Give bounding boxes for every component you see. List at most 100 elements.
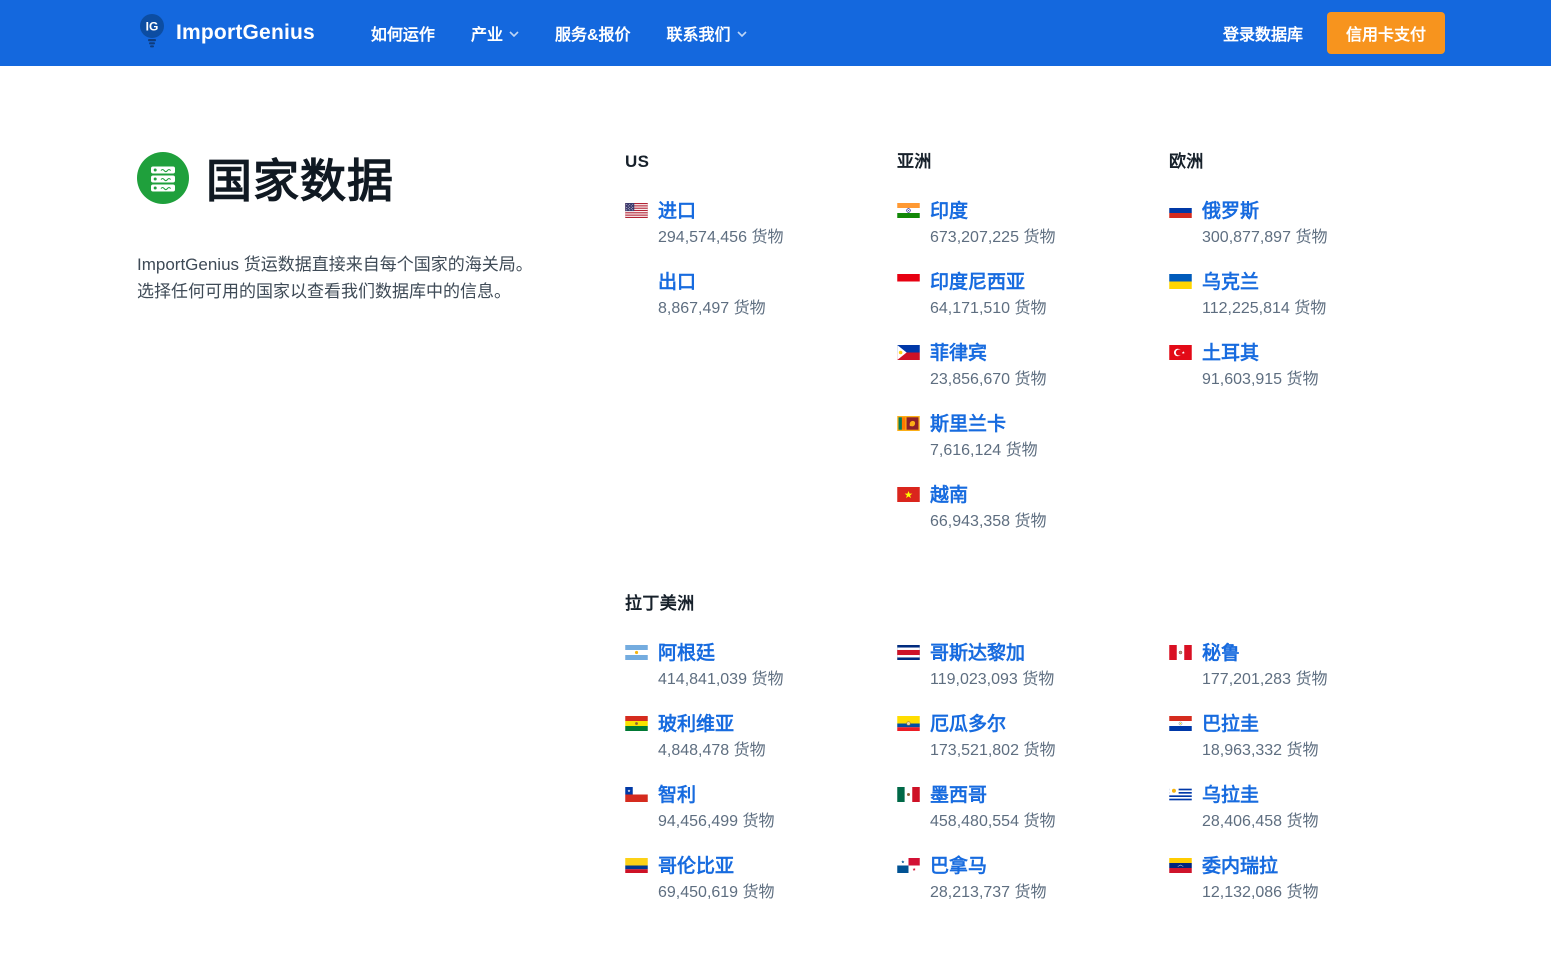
country-item-mexico: 墨西哥 458,480,554 货物 (897, 783, 1169, 833)
nav-services-pricing[interactable]: 服务&报价 (555, 21, 631, 45)
page-title: 国家数据 (206, 155, 394, 207)
country-item-ukraine: 乌克兰 112,225,814 货物 (1169, 270, 1441, 320)
top-navigation-bar: IG ImportGenius 如何运作 产业 服务&报价 联系我们 登录数据库… (0, 0, 1551, 66)
database-stack-icon (137, 152, 189, 209)
flag-paraguay-icon (1169, 712, 1192, 762)
flag-russia-icon (1169, 199, 1192, 249)
link-bolivia[interactable]: 玻利维亚 (658, 712, 734, 737)
link-mexico[interactable]: 墨西哥 (930, 783, 987, 808)
flag-sri-lanka-icon (897, 412, 920, 462)
shipment-count: 4,848,478 货物 (658, 740, 766, 762)
main-nav: 如何运作 产业 服务&报价 联系我们 (371, 21, 747, 45)
lightbulb-logo-icon: IG (137, 13, 167, 54)
flag-bolivia-icon (625, 712, 648, 762)
link-india[interactable]: 印度 (930, 199, 968, 224)
flag-us-icon (625, 199, 648, 249)
shipment-count: 23,856,670 货物 (930, 369, 1047, 391)
country-item-vietnam: 越南 66,943,358 货物 (897, 483, 1169, 533)
flag-ukraine-icon (1169, 270, 1192, 320)
latin-america-grid: 阿根廷 414,841,039 货物 玻利维亚 4,848,478 货物 (625, 641, 1441, 925)
country-item-colombia: 哥伦比亚 69,450,619 货物 (625, 854, 897, 904)
country-item-venezuela: 委内瑞拉 12,132,086 货物 (1169, 854, 1441, 904)
intro-panel: 国家数据 ImportGenius 货运数据直接来自每个国家的海关局。选择任何可… (137, 152, 625, 305)
link-sri-philippines[interactable]: 菲律宾 (930, 341, 987, 366)
country-item-uruguay: 乌拉圭 28,406,458 货物 (1169, 783, 1441, 833)
region-title-latin-america: 拉丁美洲 (625, 594, 1441, 614)
shipment-count: 294,574,456 货物 (658, 227, 783, 249)
shipment-count: 414,841,039 货物 (658, 669, 783, 691)
chevron-down-icon (509, 24, 519, 42)
shipment-count: 28,406,458 货物 (1202, 811, 1319, 833)
country-item-philippines: 菲律宾 23,856,670 货物 (897, 341, 1169, 391)
link-chile[interactable]: 智利 (658, 783, 696, 808)
country-item-sri-lanka: 斯里兰卡 7,616,124 货物 (897, 412, 1169, 462)
link-sri-lanka[interactable]: 斯里兰卡 (930, 412, 1006, 437)
link-panama[interactable]: 巴拿马 (930, 854, 987, 879)
link-argentina[interactable]: 阿根廷 (658, 641, 715, 666)
login-database-link[interactable]: 登录数据库 (1223, 21, 1303, 45)
shipment-count: 673,207,225 货物 (930, 227, 1055, 249)
link-russia[interactable]: 俄罗斯 (1202, 199, 1259, 224)
region-us: US 进口 294,574,456 货物 出口 8,867,497 货物 (625, 152, 897, 341)
country-item-us-imports: 进口 294,574,456 货物 (625, 199, 897, 249)
shipment-count: 173,521,802 货物 (930, 740, 1055, 762)
link-ecuador[interactable]: 厄瓜多尔 (930, 712, 1006, 737)
shipment-count: 12,132,086 货物 (1202, 882, 1319, 904)
nav-how-it-works[interactable]: 如何运作 (371, 21, 435, 45)
region-europe: 欧洲 俄罗斯 300,877,897 货物 乌克兰 112,225,814 货物 (1169, 152, 1441, 412)
country-data-page: 国家数据 ImportGenius 货运数据直接来自每个国家的海关局。选择任何可… (0, 66, 1551, 925)
flag-peru-icon (1169, 641, 1192, 691)
nav-industries[interactable]: 产业 (471, 21, 519, 45)
flag-indonesia-icon (897, 270, 920, 320)
link-indonesia[interactable]: 印度尼西亚 (930, 270, 1025, 295)
link-colombia[interactable]: 哥伦比亚 (658, 854, 734, 879)
country-item-us-exports: 出口 8,867,497 货物 (625, 270, 897, 320)
country-item-costa-rica: 哥斯达黎加 119,023,093 货物 (897, 641, 1169, 691)
shipment-count: 28,213,737 货物 (930, 882, 1047, 904)
link-peru[interactable]: 秘鲁 (1202, 641, 1240, 666)
shipment-count: 64,171,510 货物 (930, 298, 1047, 320)
flag-philippines-icon (897, 341, 920, 391)
country-item-panama: 巴拿马 28,213,737 货物 (897, 854, 1169, 904)
region-asia: 亚洲 印度 673,207,225 货物 印度尼西亚 64,171,510 货物 (897, 152, 1169, 554)
country-item-argentina: 阿根廷 414,841,039 货物 (625, 641, 897, 691)
country-item-peru: 秘鲁 177,201,283 货物 (1169, 641, 1441, 691)
link-uruguay[interactable]: 乌拉圭 (1202, 783, 1259, 808)
brand-logo[interactable]: IG ImportGenius (137, 13, 315, 54)
country-item-india: 印度 673,207,225 货物 (897, 199, 1169, 249)
flag-vietnam-icon (897, 483, 920, 533)
shipment-count: 91,603,915 货物 (1202, 369, 1319, 391)
shipment-count: 458,480,554 货物 (930, 811, 1055, 833)
flag-ecuador-icon (897, 712, 920, 762)
shipment-count: 94,456,499 货物 (658, 811, 775, 833)
brand-name: ImportGenius (176, 21, 315, 45)
nav-contact-us[interactable]: 联系我们 (667, 21, 747, 45)
shipment-count: 177,201,283 货物 (1202, 669, 1327, 691)
shipment-count: 8,867,497 货物 (658, 298, 766, 320)
region-title-us: US (625, 152, 897, 172)
shipment-count: 66,943,358 货物 (930, 511, 1047, 533)
credit-card-pay-button[interactable]: 信用卡支付 (1327, 12, 1445, 54)
link-turkey[interactable]: 土耳其 (1202, 341, 1259, 366)
link-costa-rica[interactable]: 哥斯达黎加 (930, 641, 1025, 666)
shipment-count: 119,023,093 货物 (930, 669, 1054, 691)
link-venezuela[interactable]: 委内瑞拉 (1202, 854, 1278, 879)
flag-turkey-icon (1169, 341, 1192, 391)
country-item-indonesia: 印度尼西亚 64,171,510 货物 (897, 270, 1169, 320)
svg-text:IG: IG (146, 19, 159, 33)
link-imports[interactable]: 进口 (658, 199, 696, 224)
link-paraguay[interactable]: 巴拉圭 (1202, 712, 1259, 737)
flag-argentina-icon (625, 641, 648, 691)
link-vietnam[interactable]: 越南 (930, 483, 968, 508)
country-item-russia: 俄罗斯 300,877,897 货物 (1169, 199, 1441, 249)
country-item-ecuador: 厄瓜多尔 173,521,802 货物 (897, 712, 1169, 762)
latam-column-2: 哥斯达黎加 119,023,093 货物 厄瓜多尔 173,521,802 货物 (897, 641, 1169, 925)
flag-mexico-icon (897, 783, 920, 833)
region-title-asia: 亚洲 (897, 152, 1169, 172)
shipment-count: 300,877,897 货物 (1202, 227, 1327, 249)
link-ukraine[interactable]: 乌克兰 (1202, 270, 1259, 295)
latam-column-3: 秘鲁 177,201,283 货物 巴拉圭 18,963,332 货物 (1169, 641, 1441, 925)
page-description: ImportGenius 货运数据直接来自每个国家的海关局。选择任何可用的国家以… (137, 251, 539, 305)
link-exports[interactable]: 出口 (658, 270, 696, 295)
shipment-count: 18,963,332 货物 (1202, 740, 1319, 762)
